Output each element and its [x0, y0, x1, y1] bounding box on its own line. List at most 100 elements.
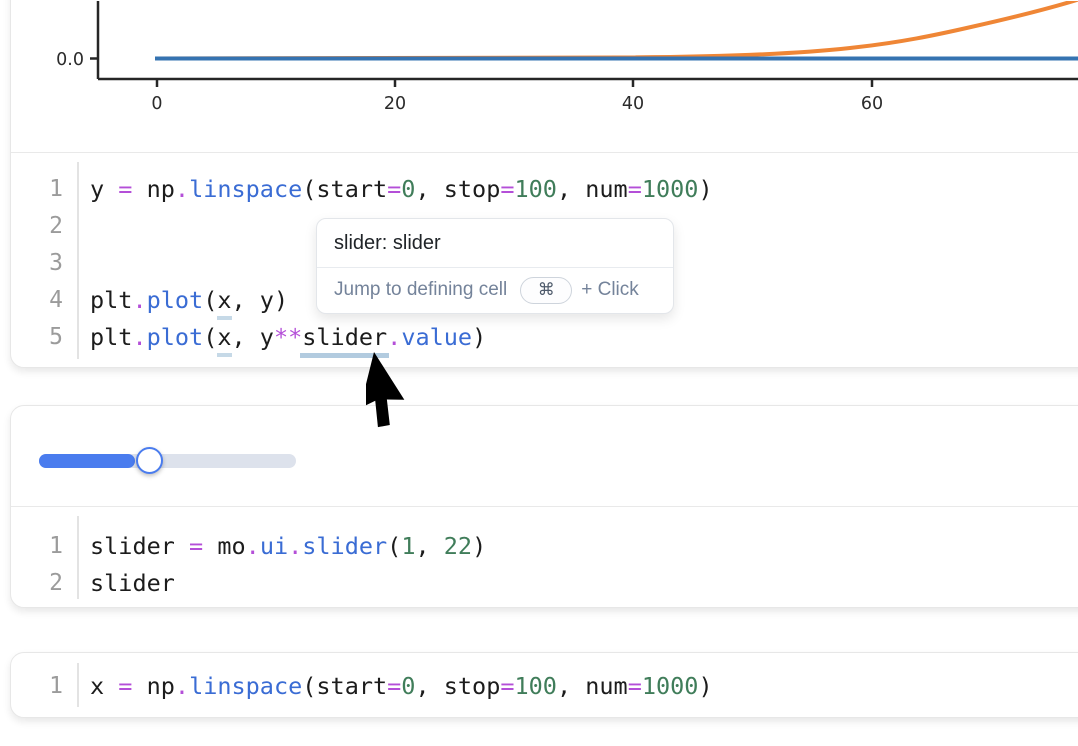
- code-line: y = np.linspace(start=0, stop=100, num=1…: [77, 175, 713, 203]
- line-number: 1: [11, 176, 77, 202]
- matplotlib-figure: 0.0 0 20 40 60: [11, 1, 1078, 151]
- code-token: 1000: [642, 672, 699, 700]
- code-token: plot: [147, 323, 204, 351]
- code-token: 100: [515, 672, 557, 700]
- code-row[interactable]: 5plt.plot(x, y**slider.value): [11, 318, 1078, 355]
- notebook-cell-x: 1x = np.linspace(start=0, stop=100, num=…: [10, 652, 1078, 718]
- line-number: 4: [11, 287, 77, 313]
- x-tick-label: 20: [384, 94, 406, 114]
- code-line: x = np.linspace(start=0, stop=100, num=1…: [77, 672, 713, 700]
- tooltip-action-row: Jump to defining cell ⌘ + Click: [317, 268, 673, 312]
- code-token: .: [387, 323, 401, 351]
- x-tick-label: 60: [861, 94, 883, 114]
- code-token: 1000: [642, 175, 699, 203]
- code-token: 0: [401, 672, 415, 700]
- slider-handle[interactable]: [136, 447, 163, 474]
- code-token: =: [387, 175, 401, 203]
- code-line: slider: [77, 569, 175, 597]
- code-token: .: [288, 532, 302, 560]
- code-token: , y): [232, 286, 289, 314]
- code-token: x: [90, 672, 118, 700]
- code-token: (start: [302, 175, 387, 203]
- code-token: .: [246, 532, 260, 560]
- code-token: =: [628, 672, 642, 700]
- code-token: plt: [90, 286, 132, 314]
- code-token: , stop: [415, 672, 500, 700]
- code-token: x: [217, 286, 231, 314]
- code-token: slider: [90, 532, 189, 560]
- code-line: plt.plot(x, y): [77, 286, 288, 314]
- code-token: =: [500, 175, 514, 203]
- code-token: slider: [302, 323, 387, 351]
- code-token: ): [472, 532, 486, 560]
- code-editor[interactable]: 1x = np.linspace(start=0, stop=100, num=…: [11, 653, 1078, 717]
- code-editor[interactable]: 1slider = mo.ui.slider(1, 22)2slider: [11, 508, 1078, 607]
- code-row[interactable]: 1slider = mo.ui.slider(1, 22): [11, 527, 1078, 564]
- code-token: (: [203, 323, 217, 351]
- code-row[interactable]: 1x = np.linspace(start=0, stop=100, num=…: [11, 667, 1078, 704]
- code-token: , num: [557, 672, 628, 700]
- code-token: (: [387, 532, 401, 560]
- code-token: , num: [557, 175, 628, 203]
- x-tick-label: 0: [151, 94, 162, 114]
- code-token: y: [90, 175, 118, 203]
- code-token: np: [132, 672, 174, 700]
- code-token: 22: [444, 532, 472, 560]
- slider-fill: [39, 454, 135, 468]
- code-token: plt: [90, 323, 132, 351]
- code-token: .: [132, 286, 146, 314]
- code-token: 100: [515, 175, 557, 203]
- code-token: =: [189, 532, 203, 560]
- code-token: (: [203, 286, 217, 314]
- code-line: slider = mo.ui.slider(1, 22): [77, 532, 486, 560]
- code-token: =: [118, 175, 132, 203]
- variable-hover-tooltip: slider: slider Jump to defining cell ⌘ +…: [316, 218, 674, 314]
- tooltip-title: slider: slider: [317, 219, 673, 268]
- slider-widget[interactable]: [39, 447, 296, 474]
- code-token: .: [175, 672, 189, 700]
- line-number: 1: [11, 533, 77, 559]
- code-token: ): [698, 672, 712, 700]
- code-token: ,: [415, 532, 443, 560]
- output-code-divider: [11, 506, 1078, 507]
- code-token: linspace: [189, 672, 302, 700]
- code-token: ui: [260, 532, 288, 560]
- code-token: mo: [203, 532, 245, 560]
- code-token: plot: [147, 286, 204, 314]
- command-key-icon: ⌘: [520, 277, 572, 304]
- code-token: , y: [232, 323, 274, 351]
- code-row[interactable]: 1y = np.linspace(start=0, stop=100, num=…: [11, 170, 1078, 207]
- gutter-separator: [77, 516, 79, 599]
- code-token: 1: [401, 532, 415, 560]
- notebook-cell-slider: 1slider = mo.ui.slider(1, 22)2slider: [10, 405, 1078, 608]
- code-token: .: [175, 175, 189, 203]
- code-token: =: [118, 672, 132, 700]
- code-token: .: [132, 323, 146, 351]
- code-token: linspace: [189, 175, 302, 203]
- code-token: **: [274, 323, 302, 351]
- code-line: plt.plot(x, y**slider.value): [77, 323, 486, 351]
- code-token: x: [217, 323, 231, 351]
- line-number: 3: [11, 250, 77, 276]
- line-number: 1: [11, 673, 77, 699]
- code-token: slider: [302, 532, 387, 560]
- gutter-separator: [77, 663, 79, 707]
- code-token: =: [387, 672, 401, 700]
- x-tick-label: 40: [622, 94, 644, 114]
- line-number: 2: [11, 570, 77, 596]
- series-orange-line: [155, 1, 1078, 59]
- code-token: ): [472, 323, 486, 351]
- y-tick-label: 0.0: [56, 50, 84, 70]
- line-number: 2: [11, 213, 77, 239]
- tooltip-action-label: Jump to defining cell: [334, 279, 507, 301]
- code-token: =: [500, 672, 514, 700]
- output-code-divider: [11, 152, 1078, 153]
- code-token: np: [132, 175, 174, 203]
- code-token: (start: [302, 672, 387, 700]
- code-token: ): [698, 175, 712, 203]
- tooltip-shortcut-suffix: + Click: [581, 279, 639, 301]
- code-row[interactable]: 2 slider: [11, 564, 1078, 601]
- code-token: =: [628, 175, 642, 203]
- code-token: slider: [90, 569, 175, 597]
- code-token: 0: [401, 175, 415, 203]
